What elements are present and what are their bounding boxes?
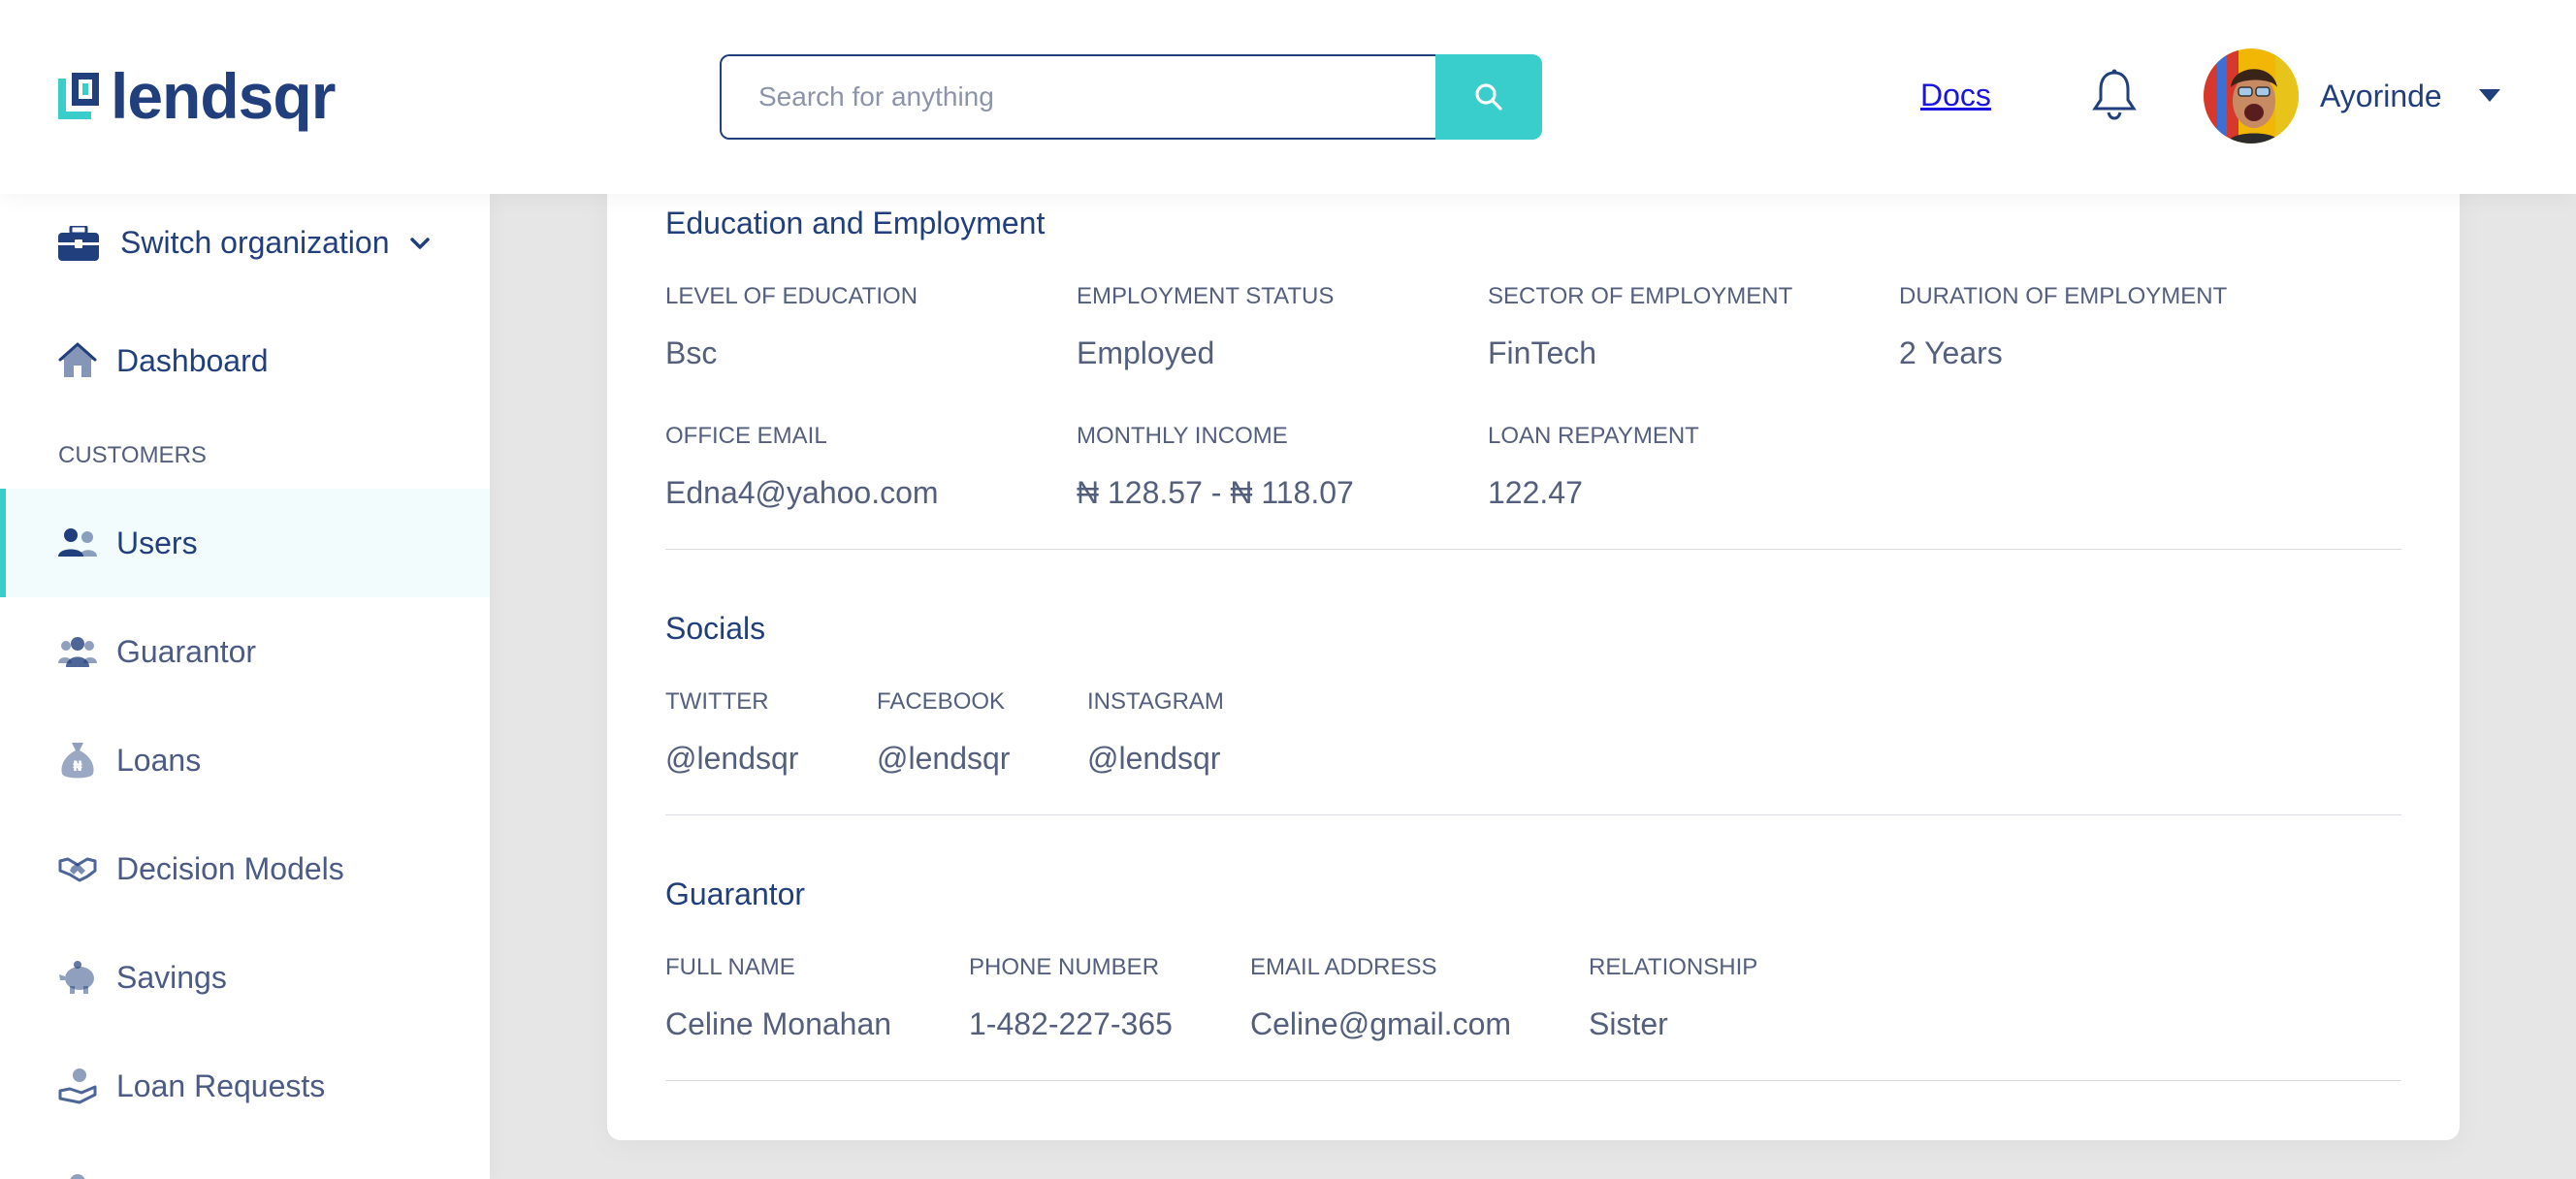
top-header: lendsqr Docs Ayorinde (0, 0, 2576, 194)
search-bar (720, 54, 1542, 140)
loan-request-icon (58, 1067, 97, 1105)
sidebar-item-dashboard[interactable]: Dashboard (0, 306, 490, 415)
chevron-down-icon (2478, 89, 2500, 102)
sidebar-item-label: Dashboard (116, 342, 269, 378)
field-label: TWITTER (665, 688, 769, 715)
field-value: FinTech (1488, 335, 1597, 370)
field-label: LOAN REPAYMENT (1488, 423, 1699, 449)
field-label: INSTAGRAM (1087, 688, 1224, 715)
field-label: FACEBOOK (877, 688, 1006, 715)
handshake-icon (58, 849, 97, 888)
field-value: Edna4@yahoo.com (665, 475, 939, 510)
search-input[interactable] (720, 54, 1435, 140)
sidebar-item-guarantor[interactable]: Guarantor (0, 597, 490, 706)
search-icon (1475, 83, 1502, 111)
section-divider (665, 549, 2401, 550)
sidebar-item-label: Decision Models (116, 850, 344, 886)
sidebar-item-users[interactable]: Users (0, 489, 490, 597)
field-label: SECTOR OF EMPLOYMENT (1488, 283, 1793, 309)
field-label: RELATIONSHIP (1589, 954, 1758, 980)
field-label: EMPLOYMENT STATUS (1077, 283, 1335, 309)
field-label: MONTHLY INCOME (1077, 423, 1288, 449)
avatar (2204, 48, 2299, 143)
sidebar-item-label: Savings (116, 959, 227, 995)
user-details-card: Education and Employment LEVEL OF EDUCAT… (607, 145, 2460, 1140)
sidebar-item-loan-requests[interactable]: Loan Requests (0, 1032, 490, 1140)
switch-organization-label: Switch organization (120, 225, 390, 260)
section-divider (665, 1080, 2401, 1081)
sidebar-item-label: Loans (116, 742, 202, 778)
field-value: Celine@gmail.com (1250, 1006, 1512, 1041)
section-title-education: Education and Employment (665, 206, 1046, 240)
svg-text:₦: ₦ (73, 759, 82, 775)
home-icon (58, 341, 97, 380)
sidebar-item-label: Users (116, 525, 198, 560)
field-value: 122.47 (1488, 475, 1583, 510)
logo-mark-icon (58, 73, 99, 119)
field-label: OFFICE EMAIL (665, 423, 827, 449)
briefcase-icon (58, 225, 99, 261)
user-name: Ayorinde (2320, 78, 2442, 113)
field-label: LEVEL OF EDUCATION (665, 283, 918, 309)
sidebar-item-savings[interactable]: Savings (0, 923, 490, 1032)
field-value: Employed (1077, 335, 1215, 370)
sidebar-item-loans[interactable]: ₦ Loans (0, 706, 490, 814)
sidebar-item-decision-models[interactable]: Decision Models (0, 814, 490, 923)
sidebar-item-label: Guarantor (116, 633, 257, 669)
brand-logo[interactable]: lendsqr (58, 60, 336, 132)
field-label: PHONE NUMBER (969, 954, 1160, 980)
field-label: EMAIL ADDRESS (1250, 954, 1437, 980)
piggy-bank-icon (58, 958, 97, 997)
sidebar: Switch organization Dashboard CUSTOMERS … (0, 194, 490, 1179)
field-value: @lendsqr (877, 741, 1011, 776)
sidebar-next-item-peek (58, 1171, 97, 1179)
section-divider (665, 814, 2401, 815)
loans-icon: ₦ (58, 741, 97, 780)
brand-name: lendsqr (111, 60, 336, 132)
section-title-socials: Socials (665, 611, 766, 646)
sidebar-item-label: Loan Requests (116, 1067, 326, 1103)
switch-organization[interactable]: Switch organization (58, 225, 431, 261)
search-button[interactable] (1435, 54, 1542, 140)
field-value: @lendsqr (1087, 741, 1221, 776)
section-label-customers: CUSTOMERS (58, 442, 207, 468)
field-value: @lendsqr (665, 741, 799, 776)
field-value: ₦ 128.57 - ₦ 118.07 (1077, 475, 1354, 510)
field-value: 1-482-227-365 (969, 1006, 1173, 1041)
user-menu[interactable]: Ayorinde (2204, 48, 2500, 143)
field-label: DURATION OF EMPLOYMENT (1899, 283, 2228, 309)
field-value: Sister (1589, 1006, 1668, 1041)
field-label: FULL NAME (665, 954, 795, 980)
field-value: 2 Years (1899, 335, 2003, 370)
chevron-down-icon (410, 237, 431, 249)
guarantor-icon (58, 632, 97, 671)
notification-bell-icon[interactable] (2091, 68, 2138, 120)
field-value: Celine Monahan (665, 1006, 892, 1041)
field-value: Bsc (665, 335, 718, 370)
docs-link[interactable]: Docs (1920, 78, 1991, 113)
users-icon (58, 524, 97, 562)
section-title-guarantor: Guarantor (665, 876, 806, 911)
